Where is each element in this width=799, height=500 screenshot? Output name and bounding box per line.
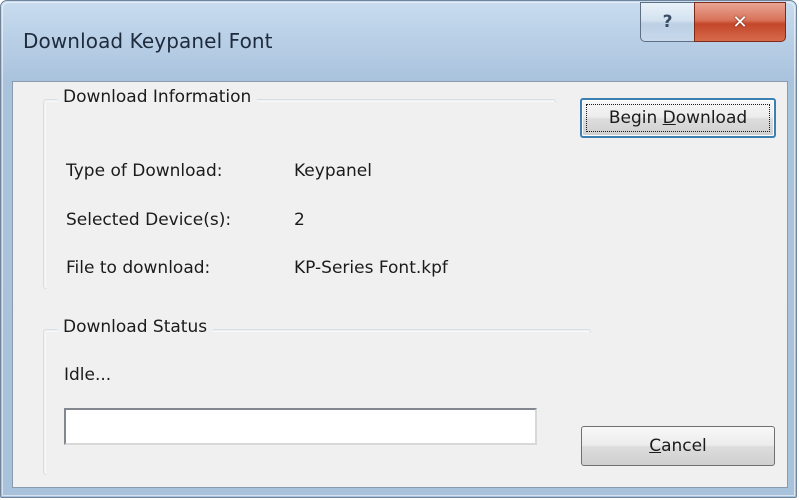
selected-devices-label: Selected Device(s): <box>66 210 232 230</box>
title-bar[interactable]: Download Keypanel Font ? ✕ <box>1 1 796 81</box>
cancel-label: Cancel <box>649 436 707 456</box>
download-information-group: Download Information Type of Download: K… <box>43 87 556 289</box>
type-of-download-value: Keypanel <box>294 161 372 181</box>
selected-devices-value: 2 <box>294 210 305 230</box>
help-button[interactable]: ? <box>640 2 694 42</box>
begin-download-mnemonic: D <box>662 108 676 128</box>
cancel-mnemonic: C <box>649 436 662 456</box>
dialog-window: Download Keypanel Font ? ✕ Download Info… <box>0 0 797 498</box>
close-button[interactable]: ✕ <box>694 2 786 42</box>
caption-buttons: ? ✕ <box>640 2 786 42</box>
status-text: Idle... <box>64 365 112 385</box>
file-to-download-label: File to download: <box>66 258 211 278</box>
help-icon: ? <box>662 12 673 32</box>
type-of-download-label: Type of Download: <box>66 161 223 181</box>
begin-download-button[interactable]: Begin Download <box>580 98 776 138</box>
download-status-group: Download Status Idle... <box>43 317 591 475</box>
close-icon: ✕ <box>732 11 748 33</box>
cancel-label-rest: ancel <box>661 436 707 456</box>
begin-download-label-rest: ownload <box>675 108 748 128</box>
dialog-client-area: Download Information Type of Download: K… <box>12 81 788 488</box>
begin-download-label: Begin Download <box>609 108 747 128</box>
cancel-button[interactable]: Cancel <box>581 426 775 466</box>
begin-download-label-prefix: Begin <box>608 108 663 128</box>
window-title: Download Keypanel Font <box>23 29 273 53</box>
group-title: Download Status <box>57 317 214 337</box>
group-title: Download Information <box>57 87 258 107</box>
file-to-download-value: KP-Series Font.kpf <box>294 258 448 278</box>
download-progress-bar <box>64 408 537 445</box>
